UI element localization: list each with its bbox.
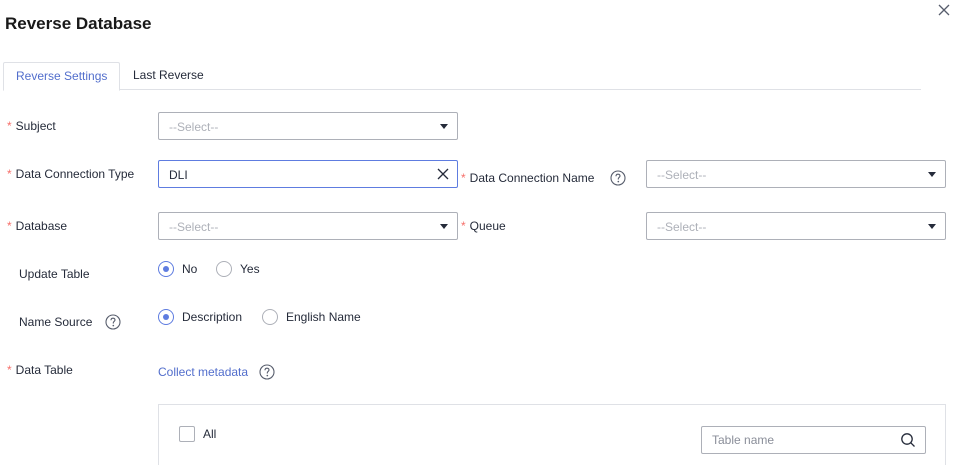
database-select[interactable]: --Select--: [158, 212, 458, 240]
subject-label: * Subject: [7, 119, 56, 133]
clear-icon[interactable]: [436, 167, 450, 181]
required-mark: *: [7, 219, 12, 233]
data-connection-name-select[interactable]: --Select--: [646, 160, 946, 188]
subject-select[interactable]: --Select--: [158, 112, 458, 140]
required-mark: *: [461, 171, 466, 185]
help-icon[interactable]: [105, 314, 121, 330]
tab-last-reverse[interactable]: Last Reverse: [121, 62, 216, 90]
name-source-english-name-radio[interactable]: English Name: [262, 309, 361, 325]
select-all-checkbox[interactable]: All: [179, 426, 216, 442]
dialog-title: Reverse Database: [5, 14, 152, 33]
table-panel: All: [158, 404, 946, 465]
required-mark: *: [7, 119, 12, 133]
required-mark: *: [7, 363, 12, 377]
data-table-label: * Data Table: [7, 363, 73, 377]
queue-select[interactable]: --Select--: [646, 212, 946, 240]
data-connection-type-label: * Data Connection Type: [7, 167, 135, 181]
update-table-no-radio[interactable]: No: [158, 261, 197, 277]
tab-reverse-settings[interactable]: Reverse Settings: [3, 62, 121, 91]
table-name-search-input[interactable]: [702, 427, 892, 453]
update-table-label: Update Table: [19, 267, 90, 281]
data-connection-name-label: * Data Connection Name: [461, 171, 595, 185]
table-name-search: [701, 426, 926, 454]
update-table-yes-radio[interactable]: Yes: [216, 261, 260, 277]
required-mark: *: [461, 219, 466, 233]
help-icon[interactable]: [610, 170, 626, 186]
caret-down-icon: [928, 172, 936, 177]
name-source-label: Name Source: [19, 315, 93, 329]
tab-bar: Reverse Settings Last Reverse: [3, 62, 921, 91]
required-mark: *: [7, 167, 12, 181]
caret-down-icon: [440, 224, 448, 229]
queue-label: * Queue: [461, 219, 506, 233]
help-icon[interactable]: [259, 364, 275, 380]
data-connection-type-field[interactable]: DLI: [158, 160, 458, 188]
close-icon[interactable]: [936, 2, 952, 18]
database-label: * Database: [7, 219, 68, 233]
search-icon[interactable]: [900, 432, 916, 448]
collect-metadata-link[interactable]: Collect metadata: [158, 365, 248, 379]
name-source-description-radio[interactable]: Description: [158, 309, 242, 325]
caret-down-icon: [928, 224, 936, 229]
caret-down-icon: [440, 124, 448, 129]
